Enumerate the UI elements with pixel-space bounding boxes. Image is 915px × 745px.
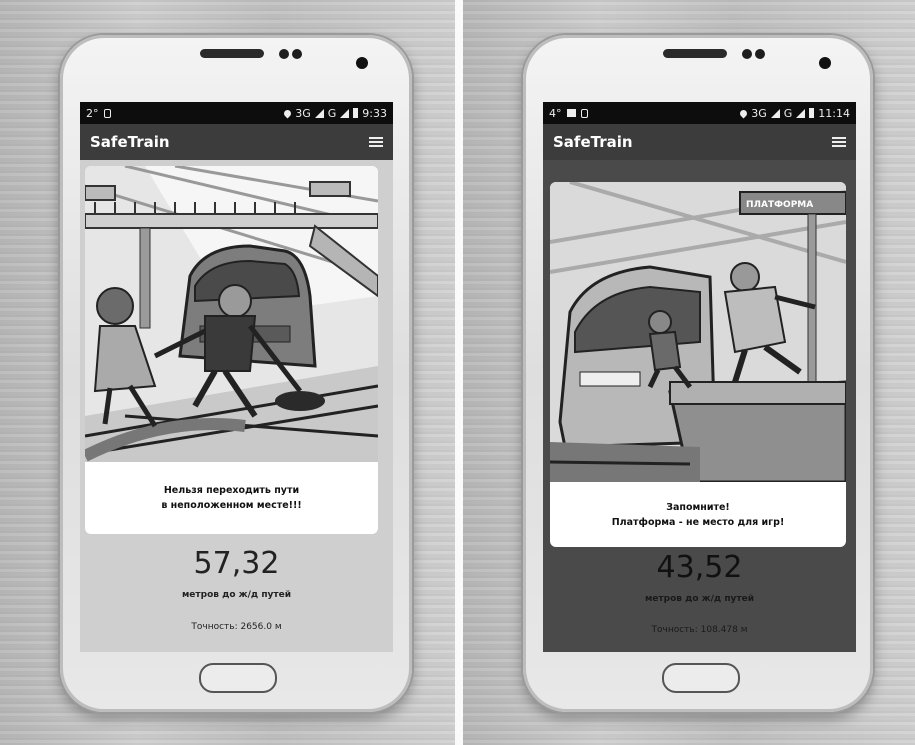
screen-right: 4° 3G G 11:14 SafeTrain ПЛАТФОРМА Запомн… (543, 102, 856, 652)
app-title: SafeTrain (553, 133, 633, 151)
main-content: Нельзя переходить пути в неположенном ме… (80, 160, 393, 652)
status-bar: 4° 3G G 11:14 (543, 102, 856, 124)
home-button[interactable] (199, 663, 277, 693)
train-notification-icon (580, 108, 588, 118)
light-sensor (292, 49, 302, 59)
network-type-text: 3G (295, 106, 311, 120)
train-notification-icon (103, 108, 111, 118)
temperature-text: 2° (86, 106, 99, 120)
temperature-text: 4° (549, 106, 562, 120)
phone-left: 2° 3G G 9:33 SafeTrain Нельзя переходить… (60, 35, 412, 712)
clock-text: 9:33 (362, 106, 387, 120)
distance-unit-label: метров до ж/д путей (644, 594, 755, 604)
distance-value: 57,32 (193, 546, 280, 581)
signal-strength-icon (340, 108, 350, 118)
app-title: SafeTrain (90, 133, 170, 151)
platform-illustration: ПЛАТФОРМА (550, 182, 846, 482)
caption-line-2: в неположенном месте!!! (161, 500, 302, 511)
warning-caption: Нельзя переходить пути в неположенном ме… (85, 462, 378, 534)
proximity-sensor (279, 49, 289, 59)
hamburger-menu-icon[interactable] (369, 136, 383, 148)
app-bar: SafeTrain (543, 124, 856, 160)
battery-icon (809, 108, 815, 118)
accuracy-text: Точность: 2656.0 м (191, 622, 282, 632)
status-bar: 2° 3G G 9:33 (80, 102, 393, 124)
home-button[interactable] (662, 663, 740, 693)
photo-divider (455, 0, 463, 745)
photo-left: 2° 3G G 9:33 SafeTrain Нельзя переходить… (0, 0, 455, 745)
location-icon (282, 108, 293, 118)
platform-sign-text: ПЛАТФОРМА (746, 200, 813, 210)
hamburger-menu-icon[interactable] (832, 136, 846, 148)
network-g-text: G (783, 106, 793, 120)
network-type-text: 3G (751, 106, 767, 120)
caption-line-1: Нельзя переходить пути (163, 485, 300, 496)
image-notification-icon (566, 109, 576, 117)
app-bar: SafeTrain (80, 124, 393, 160)
light-sensor (755, 49, 765, 59)
distance-value: 43,52 (656, 550, 743, 585)
front-camera (356, 57, 368, 69)
phone-right: 4° 3G G 11:14 SafeTrain ПЛАТФОРМА Запомн… (523, 35, 873, 712)
front-camera (819, 57, 831, 69)
earpiece-speaker (200, 49, 264, 58)
screen-left: 2° 3G G 9:33 SafeTrain Нельзя переходить… (80, 102, 393, 652)
safety-card: Нельзя переходить пути в неположенном ме… (85, 166, 378, 534)
network-g-text: G (327, 106, 337, 120)
clock-text: 11:14 (818, 106, 850, 120)
signal-strength-icon (796, 108, 806, 118)
caption-line-2: Платформа - не место для игр! (611, 516, 785, 528)
accuracy-text: Точность: 108.478 м (651, 625, 748, 635)
earpiece-speaker (663, 49, 727, 58)
warning-caption: Запомните! Платформа - не место для игр! (550, 482, 846, 547)
signal-icon (770, 108, 780, 118)
safety-card: ПЛАТФОРМА Запомните! Платформа - не мест… (550, 182, 846, 547)
proximity-sensor (742, 49, 752, 59)
photo-right: 4° 3G G 11:14 SafeTrain ПЛАТФОРМА Запомн… (463, 0, 915, 745)
caption-line-1: Запомните! (666, 501, 730, 513)
crossing-tracks-illustration (85, 166, 378, 462)
signal-icon (314, 108, 324, 118)
main-content: ПЛАТФОРМА Запомните! Платформа - не мест… (543, 160, 856, 652)
battery-icon (353, 108, 359, 118)
location-icon (738, 108, 749, 118)
distance-unit-label: метров до ж/д путей (181, 590, 292, 600)
